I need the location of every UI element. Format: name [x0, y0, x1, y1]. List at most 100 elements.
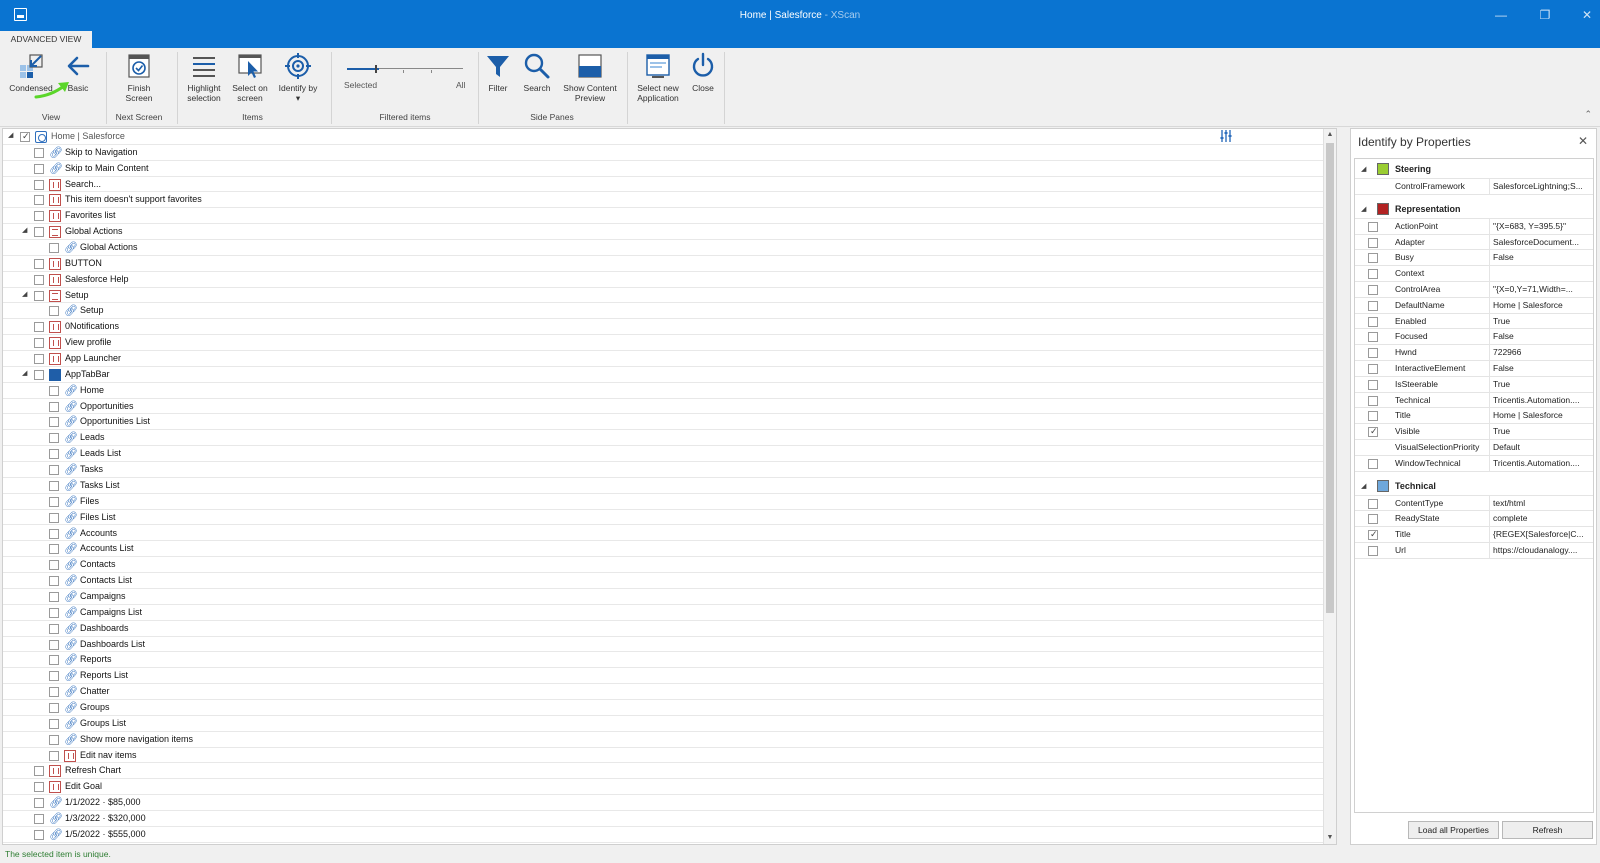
- select-on-screen-button[interactable]: Select on screen: [228, 52, 272, 103]
- row-checkbox[interactable]: [49, 417, 59, 428]
- row-checkbox[interactable]: [34, 227, 44, 238]
- tree-row[interactable]: 🔗︎ Reports List: [3, 668, 1325, 685]
- property-checkbox[interactable]: [1368, 529, 1378, 541]
- tree-row[interactable]: 🔗︎ Tasks: [3, 462, 1325, 478]
- row-checkbox[interactable]: [49, 528, 59, 539]
- property-row[interactable]: Context: [1355, 266, 1593, 282]
- row-checkbox[interactable]: [34, 274, 44, 285]
- expand-toggle-icon[interactable]: ◢: [22, 227, 30, 235]
- property-category[interactable]: ◢ Representation: [1355, 198, 1593, 219]
- property-value[interactable]: False: [1493, 252, 1593, 262]
- tree-row[interactable]: 🔗︎ Files List: [3, 510, 1325, 526]
- property-checkbox[interactable]: [1368, 300, 1378, 311]
- property-row[interactable]: ContentType text/html: [1355, 495, 1593, 512]
- property-value[interactable]: Home | Salesforce: [1493, 300, 1593, 310]
- row-checkbox[interactable]: [49, 671, 59, 682]
- property-row[interactable]: ControlFramework SalesforceLightning;S...: [1355, 179, 1593, 195]
- finish-screen-button[interactable]: Finish Screen: [114, 52, 164, 103]
- restore-icon[interactable]: ❐: [1534, 6, 1556, 24]
- row-checkbox[interactable]: [49, 544, 59, 555]
- row-checkbox[interactable]: [49, 576, 59, 587]
- filter-slider[interactable]: [347, 62, 465, 76]
- tree-row[interactable]: Favorites list: [3, 208, 1325, 225]
- tree-row[interactable]: ◢ AppTabBar: [3, 367, 1325, 383]
- row-checkbox[interactable]: [49, 734, 59, 745]
- property-row[interactable]: ReadyState complete: [1355, 511, 1593, 528]
- row-checkbox[interactable]: [49, 243, 59, 254]
- tree-row[interactable]: Edit Goal: [3, 779, 1325, 796]
- property-checkbox[interactable]: [1368, 514, 1378, 525]
- property-value[interactable]: Tricentis.Automation....: [1493, 458, 1593, 468]
- row-checkbox[interactable]: [49, 306, 59, 317]
- tree-row[interactable]: 🔗︎ Campaigns List: [3, 605, 1325, 621]
- property-row[interactable]: ActionPoint "{X=683, Y=395.5}": [1355, 218, 1593, 235]
- row-checkbox[interactable]: [49, 623, 59, 634]
- property-checkbox[interactable]: [1368, 348, 1378, 359]
- row-checkbox[interactable]: [34, 829, 44, 840]
- property-value[interactable]: True: [1493, 379, 1593, 389]
- property-row[interactable]: Adapter SalesforceDocument...: [1355, 234, 1593, 251]
- show-content-preview-button[interactable]: Show Content Preview: [558, 52, 622, 103]
- row-checkbox[interactable]: [49, 449, 59, 460]
- row-checkbox[interactable]: [49, 639, 59, 650]
- collapse-category-icon[interactable]: ◢: [1361, 205, 1366, 213]
- tree-row[interactable]: 🔗︎ Home: [3, 383, 1325, 399]
- property-value[interactable]: {REGEX[Salesforce|C...: [1493, 529, 1593, 539]
- tree-row[interactable]: 🔗︎ Campaigns: [3, 589, 1325, 605]
- tree-row[interactable]: 🔗︎ Leads List: [3, 446, 1325, 463]
- tree-row[interactable]: Refresh Chart: [3, 763, 1325, 780]
- property-row[interactable]: VisualSelectionPriority Default: [1355, 440, 1593, 456]
- property-row[interactable]: Busy False: [1355, 250, 1593, 267]
- row-checkbox[interactable]: [49, 607, 59, 618]
- tree-row[interactable]: App Launcher: [3, 351, 1325, 367]
- property-checkbox[interactable]: [1368, 498, 1378, 509]
- tree-row[interactable]: 🔗︎ 1/5/2022 · $555,000: [3, 827, 1325, 843]
- property-value[interactable]: SalesforceLightning;S...: [1493, 181, 1593, 191]
- row-checkbox[interactable]: [49, 496, 59, 507]
- tree-row[interactable]: 🔗︎ Contacts List: [3, 573, 1325, 589]
- row-checkbox[interactable]: [49, 433, 59, 444]
- row-checkbox[interactable]: [49, 655, 59, 666]
- tree-row[interactable]: BUTTON: [3, 256, 1325, 272]
- scroll-up-icon[interactable]: ▲: [1324, 129, 1336, 141]
- tree-row[interactable]: 🔗︎ Global Actions: [3, 240, 1325, 256]
- filter-button[interactable]: Filter: [482, 52, 514, 93]
- row-checkbox[interactable]: [34, 369, 44, 380]
- property-row[interactable]: ControlArea "{X=0,Y=71,Width=...: [1355, 282, 1593, 298]
- property-value[interactable]: False: [1493, 363, 1593, 373]
- tree-scrollbar[interactable]: ▲ ▼: [1323, 129, 1336, 844]
- tree-row[interactable]: 0Notifications: [3, 319, 1325, 336]
- property-checkbox[interactable]: [1368, 237, 1378, 248]
- property-value[interactable]: SalesforceDocument...: [1493, 237, 1593, 247]
- collapse-category-icon[interactable]: ◢: [1361, 482, 1366, 490]
- property-row[interactable]: Title {REGEX[Salesforce|C...: [1355, 527, 1593, 543]
- property-row[interactable]: Focused False: [1355, 329, 1593, 346]
- column-settings-icon[interactable]: [1219, 129, 1233, 143]
- property-checkbox[interactable]: [1368, 269, 1378, 280]
- tree-row[interactable]: ◢ Setup: [3, 288, 1325, 304]
- property-value[interactable]: "{X=0,Y=71,Width=...: [1493, 284, 1593, 294]
- refresh-button[interactable]: Refresh: [1502, 821, 1593, 839]
- tree-row[interactable]: 🔗︎ Accounts: [3, 526, 1325, 542]
- property-row[interactable]: Enabled True: [1355, 313, 1593, 330]
- property-value[interactable]: True: [1493, 316, 1593, 326]
- row-checkbox[interactable]: [49, 480, 59, 491]
- tree-row[interactable]: ◢ Global Actions: [3, 224, 1325, 241]
- row-checkbox[interactable]: [34, 338, 44, 349]
- tree-row[interactable]: 🔗︎ Files: [3, 494, 1325, 510]
- tree-row[interactable]: Edit nav items: [3, 748, 1325, 764]
- tree-row[interactable]: View profile: [3, 335, 1325, 352]
- property-row[interactable]: Url https://cloudanalogy....: [1355, 543, 1593, 559]
- property-value[interactable]: Tricentis.Automation....: [1493, 395, 1593, 405]
- row-checkbox[interactable]: [34, 813, 44, 824]
- property-checkbox[interactable]: [1368, 379, 1378, 390]
- scroll-down-icon[interactable]: ▼: [1324, 832, 1336, 844]
- row-checkbox[interactable]: [34, 798, 44, 809]
- property-value[interactable]: "{X=683, Y=395.5}": [1493, 221, 1593, 231]
- row-checkbox[interactable]: [49, 385, 59, 396]
- row-checkbox[interactable]: [49, 401, 59, 412]
- row-checkbox[interactable]: [34, 163, 44, 174]
- tree-row[interactable]: ◢ Home | Salesforce: [3, 129, 1325, 145]
- tree-row[interactable]: 🔗︎ Dashboards List: [3, 637, 1325, 653]
- tree-row[interactable]: 🔗︎ Groups List: [3, 716, 1325, 732]
